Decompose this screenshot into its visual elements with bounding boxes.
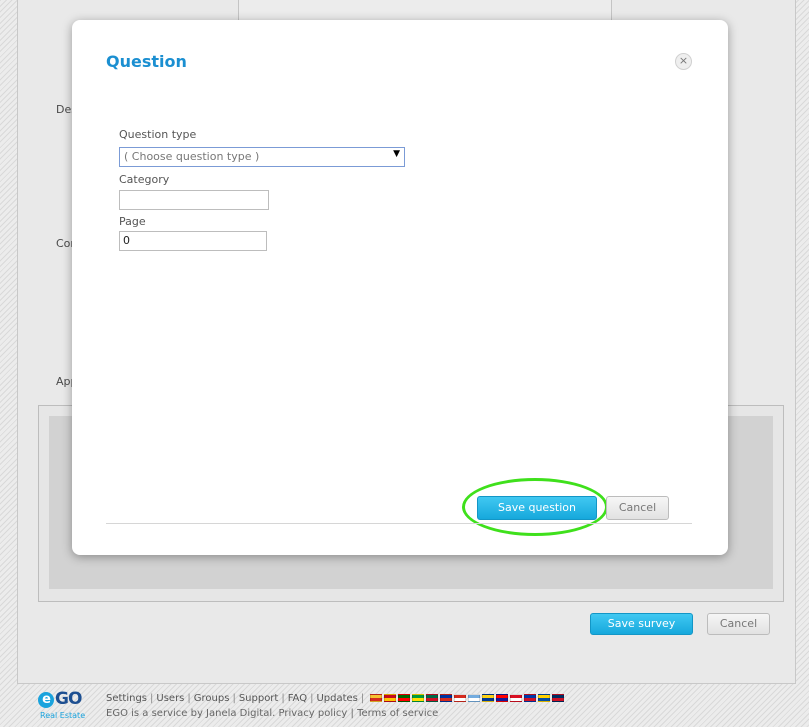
language-flag-icon[interactable]: [370, 694, 383, 702]
footer-link-groups[interactable]: Groups: [194, 693, 230, 704]
footer-separator: |: [350, 708, 354, 719]
save-survey-button[interactable]: Save survey: [590, 613, 693, 635]
question-dialog: Question × Question type ( Choose questi…: [72, 20, 728, 555]
save-question-button[interactable]: Save question: [477, 496, 597, 520]
question-type-select[interactable]: ( Choose question type ) ▼: [119, 147, 405, 167]
footer-credit: EGO is a service by Janela Digital. Priv…: [106, 708, 438, 719]
page-input[interactable]: 0: [119, 231, 267, 251]
page-label: Page: [119, 215, 146, 228]
category-label: Category: [119, 173, 170, 186]
footer-link-users[interactable]: Users: [156, 693, 184, 704]
ego-logo-text: GO: [55, 689, 82, 709]
footer-links: Settings | Users | Groups | Support | FAQ | Update…: [106, 693, 565, 704]
dialog-title: Question: [106, 52, 187, 71]
footer-link-settings[interactable]: Settings: [106, 693, 147, 704]
ego-logo-mark: e GO: [38, 689, 98, 709]
language-flag-icon[interactable]: [454, 694, 467, 702]
bg-title-input[interactable]: [238, 0, 612, 20]
footer-separator: |: [360, 693, 365, 704]
language-flag-icon[interactable]: [482, 694, 495, 702]
language-flag-icon[interactable]: [440, 694, 453, 702]
language-flag-icon[interactable]: [398, 694, 411, 702]
footer-separator: |: [310, 693, 314, 704]
footer-link-support[interactable]: Support: [239, 693, 279, 704]
footer-separator: |: [232, 693, 236, 704]
language-flag-icon[interactable]: [412, 694, 425, 702]
close-icon[interactable]: ×: [675, 53, 692, 70]
ego-logo-subtitle: Real Estate: [40, 711, 86, 720]
language-flag-icon[interactable]: [468, 694, 481, 702]
language-flag-icon[interactable]: [496, 694, 509, 702]
dialog-divider: [106, 523, 692, 524]
language-flags: [370, 694, 565, 702]
footer-link-privacy[interactable]: Privacy policy: [278, 708, 347, 719]
footer-link-updates[interactable]: Updates: [316, 693, 357, 704]
category-input[interactable]: [119, 190, 269, 210]
language-flag-icon[interactable]: [510, 694, 523, 702]
footer-separator: |: [187, 693, 191, 704]
footer-separator: |: [150, 693, 154, 704]
footer-separator: |: [281, 693, 285, 704]
question-type-selected-value: ( Choose question type ): [124, 150, 260, 163]
chevron-down-icon: ▼: [393, 149, 400, 159]
language-flag-icon[interactable]: [552, 694, 565, 702]
footer-link-terms[interactable]: Terms of service: [357, 708, 438, 719]
survey-cancel-button[interactable]: Cancel: [707, 613, 770, 635]
footer-link-faq[interactable]: FAQ: [288, 693, 307, 704]
ego-e-icon: e: [38, 692, 54, 708]
footer: e GO Real Estate Settings | Users | Groups | Su…: [38, 686, 738, 726]
language-flag-icon[interactable]: [426, 694, 439, 702]
language-flag-icon[interactable]: [524, 694, 537, 702]
question-type-label: Question type: [119, 128, 197, 141]
ego-logo[interactable]: e GO Real Estate: [38, 689, 98, 725]
footer-credit-text: EGO is a service by Janela Digital.: [106, 708, 276, 719]
question-cancel-button[interactable]: Cancel: [606, 496, 669, 520]
language-flag-icon[interactable]: [384, 694, 397, 702]
language-flag-icon[interactable]: [538, 694, 551, 702]
